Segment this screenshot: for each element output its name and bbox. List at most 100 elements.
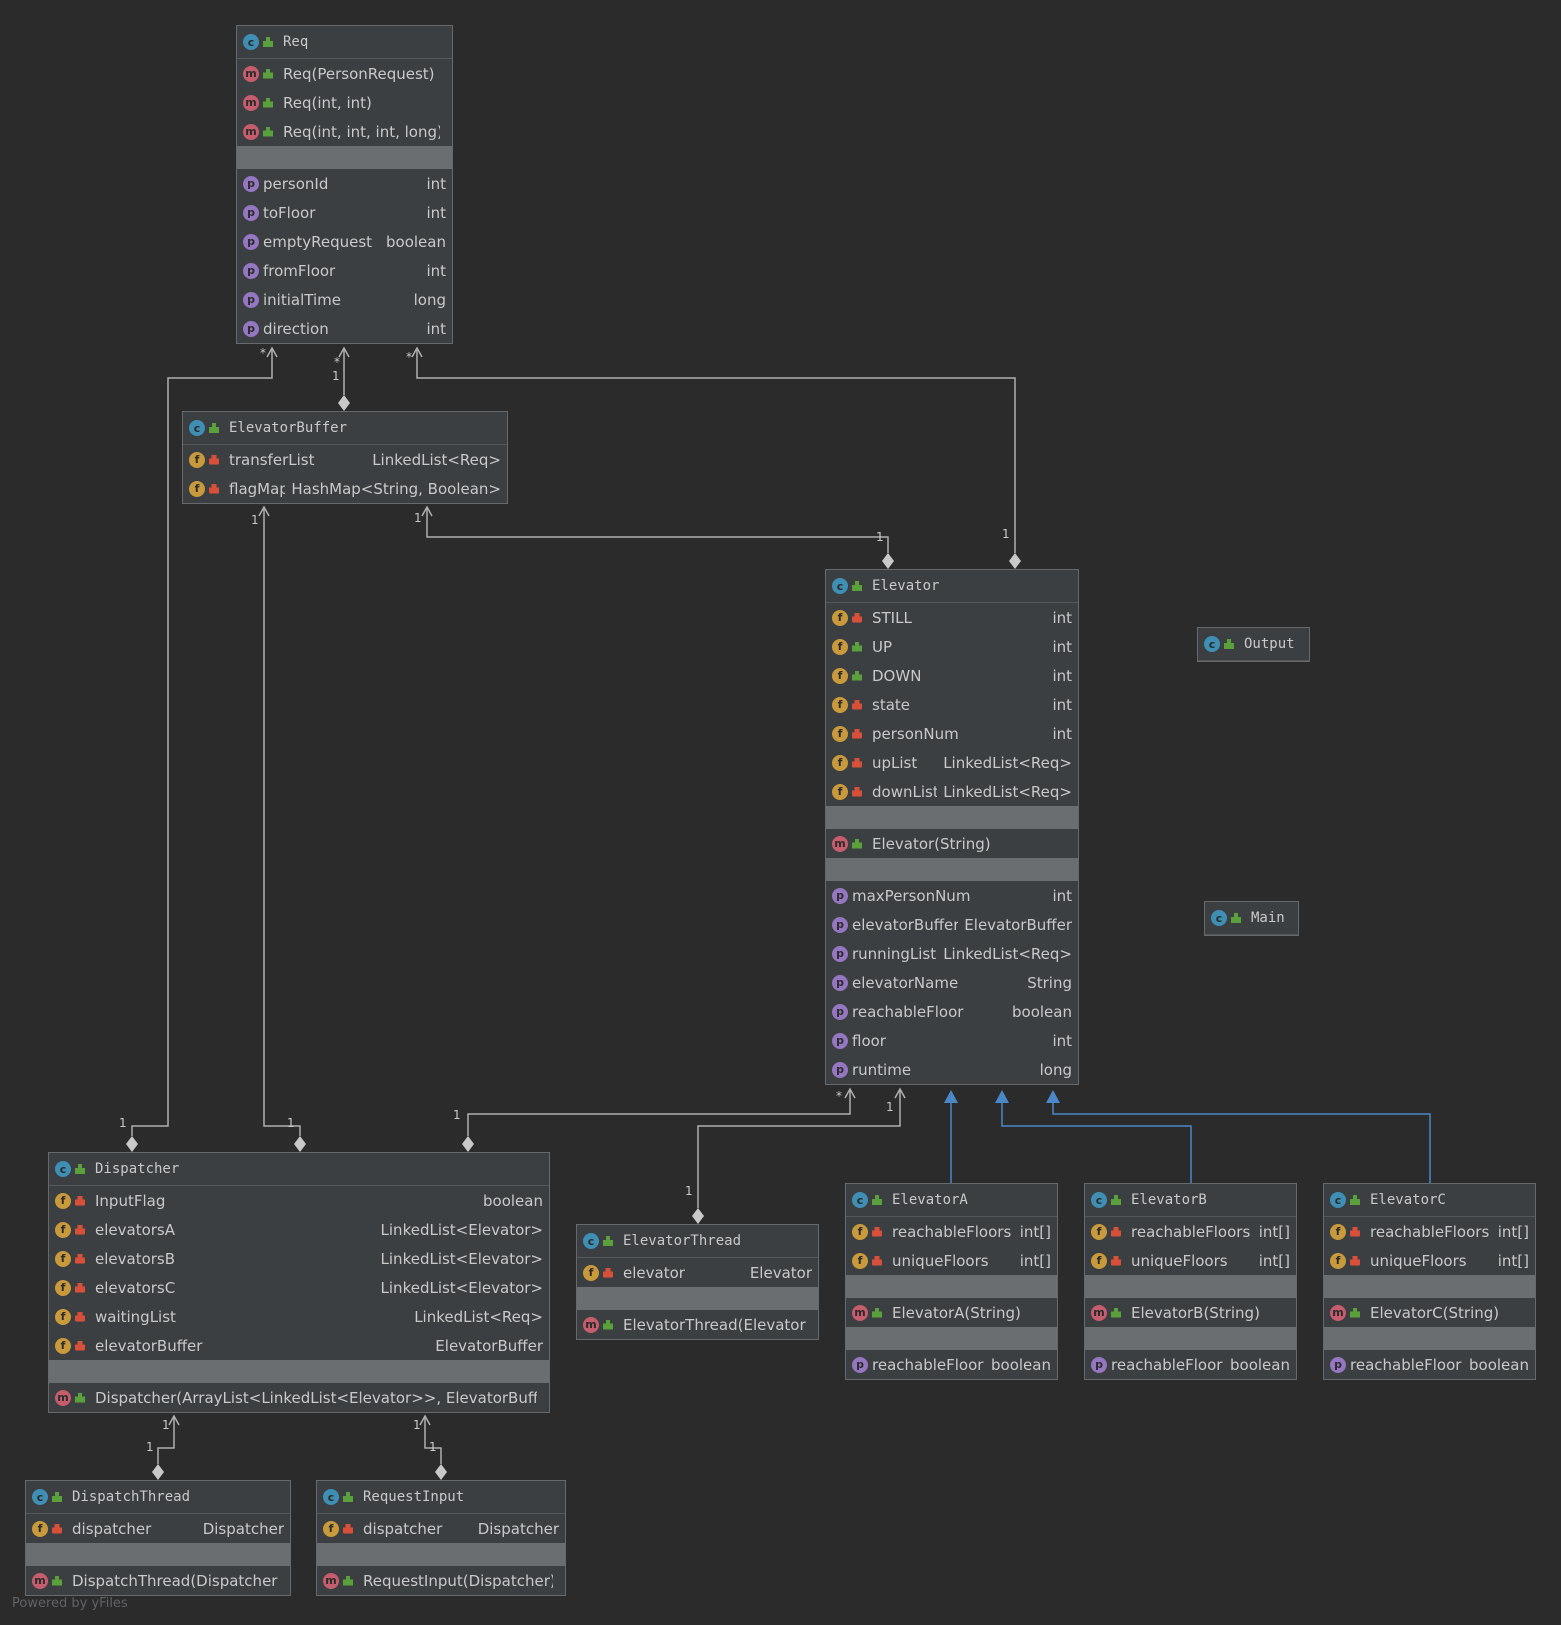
member-row[interactable]: m ElevatorC(String) (1324, 1298, 1535, 1327)
member-row[interactable]: f InputFlag boolean (49, 1186, 549, 1215)
class-elevator[interactable]: c Elevator f STILL int f UP int f DOWN int f state in… (825, 569, 1079, 1085)
public-icon (75, 1164, 85, 1174)
class-main[interactable]: c Main (1204, 901, 1299, 936)
member-row[interactable]: m RequestInput(Dispatcher) (317, 1566, 565, 1595)
member-row[interactable]: p direction int (237, 314, 452, 343)
member-row[interactable]: f UP int (826, 632, 1078, 661)
private-lock-icon (1111, 1256, 1121, 1266)
member-type: boolean (386, 232, 446, 251)
field-icon: f (832, 754, 848, 771)
member-row[interactable]: f elevator Elevator (577, 1258, 818, 1287)
member-row[interactable]: f upList LinkedList<Req> (826, 748, 1078, 777)
class-name: RequestInput (363, 1489, 465, 1505)
member-row[interactable]: m DispatchThread(Dispatcher) (26, 1566, 290, 1595)
member-row[interactable]: p elevatorBuffer ElevatorBuffer (826, 910, 1078, 939)
class-request-input[interactable]: c RequestInput f dispatcher Dispatcher m Reque… (316, 1480, 566, 1596)
member-row[interactable]: m Req(int, int, int, long) (237, 117, 452, 146)
member-row[interactable]: f dispatcher Dispatcher (26, 1514, 290, 1543)
member-type: boolean (1230, 1355, 1290, 1374)
class-output[interactable]: c Output (1197, 627, 1310, 662)
member-row[interactable]: p fromFloor int (237, 256, 452, 285)
member-row[interactable]: f personNum int (826, 719, 1078, 748)
member-row[interactable]: p floor int (826, 1026, 1078, 1055)
public-icon (872, 1307, 882, 1318)
public-icon (343, 1575, 353, 1586)
section-divider (826, 806, 1078, 829)
class-name: Req (283, 34, 309, 50)
member-name: toFloor (263, 203, 316, 222)
field-icon: f (583, 1264, 599, 1281)
public-icon (1231, 913, 1241, 923)
member-row[interactable]: f downList LinkedList<Req> (826, 777, 1078, 806)
class-elevator-b[interactable]: c ElevatorB f reachableFloors int[] f uniqueFl… (1084, 1183, 1297, 1380)
class-dispatch-thread[interactable]: c DispatchThread f dispatcher Dispatcher m Dis… (25, 1480, 291, 1596)
member-row[interactable]: f uniqueFloors int[] (1324, 1246, 1535, 1275)
member-type: HashMap<String, Boolean> (291, 479, 501, 498)
member-row[interactable]: p toFloor int (237, 198, 452, 227)
member-row[interactable]: m Req(PersonRequest) (237, 59, 452, 88)
class-req[interactable]: c Req m Req(PersonRequest) m Req(int, int) m Re… (236, 25, 453, 344)
member-row[interactable]: p elevatorName String (826, 968, 1078, 997)
member-row[interactable]: f reachableFloors int[] (1085, 1217, 1296, 1246)
inheritance-arrowhead (1046, 1090, 1060, 1103)
field-icon: f (323, 1520, 339, 1537)
member-name: runningList (852, 944, 937, 963)
multiplicity-label: 1 (876, 530, 884, 544)
private-lock-icon (209, 484, 219, 494)
member-row[interactable]: f elevatorsC LinkedList<Elevator> (49, 1273, 549, 1302)
class-name: Output (1244, 636, 1295, 652)
member-row[interactable]: m ElevatorB(String) (1085, 1298, 1296, 1327)
member-row[interactable]: p maxPersonNum int (826, 881, 1078, 910)
member-row[interactable]: p runningList LinkedList<Req> (826, 939, 1078, 968)
member-name: state (872, 695, 910, 714)
multiplicity-label: * (836, 1089, 842, 1103)
member-row[interactable]: f dispatcher Dispatcher (317, 1514, 565, 1543)
member-row[interactable]: m Req(int, int) (237, 88, 452, 117)
composition-diamond (435, 1464, 447, 1480)
section-divider (826, 858, 1078, 881)
member-row[interactable]: p initialTime long (237, 285, 452, 314)
member-name: dispatcher (72, 1519, 152, 1538)
member-row[interactable]: f reachableFloors int[] (1324, 1217, 1535, 1246)
member-row[interactable]: f transferList LinkedList<Req> (183, 445, 507, 474)
class-elevator-a[interactable]: c ElevatorA f reachableFloors int[] f uniqueFl… (845, 1183, 1058, 1380)
member-row[interactable]: f flagMap HashMap<String, Boolean> (183, 474, 507, 503)
uml-class-diagram: c Req m Req(PersonRequest) m Req(int, int) m Re… (0, 0, 1561, 1625)
member-type: int (1052, 1031, 1072, 1050)
member-row[interactable]: p reachableFloor boolean (1085, 1350, 1296, 1379)
class-dispatcher[interactable]: c Dispatcher f InputFlag boolean f elevatorsA L… (48, 1152, 550, 1413)
multiplicity-label: 1 (119, 1116, 127, 1130)
class-elevator-c[interactable]: c ElevatorC f reachableFloors int[] f uniqueFl… (1323, 1183, 1536, 1380)
member-row[interactable]: m Dispatcher(ArrayList<LinkedList<Elevato… (49, 1383, 549, 1412)
member-row[interactable]: p reachableFloor boolean (846, 1350, 1057, 1379)
class-name: Elevator (872, 578, 940, 594)
member-name: reachableFloor (1111, 1355, 1223, 1374)
member-name: emptyRequest (263, 232, 373, 251)
member-row[interactable]: f reachableFloors int[] (846, 1217, 1057, 1246)
member-row[interactable]: m Elevator(String) (826, 829, 1078, 858)
member-row[interactable]: p reachableFloor boolean (1324, 1350, 1535, 1379)
composition-diamond (692, 1208, 704, 1224)
member-row[interactable]: f elevatorsA LinkedList<Elevator> (49, 1215, 549, 1244)
member-row[interactable]: p runtime long (826, 1055, 1078, 1084)
member-row[interactable]: f DOWN int (826, 661, 1078, 690)
member-row[interactable]: f state int (826, 690, 1078, 719)
public-icon (209, 423, 219, 433)
member-row[interactable]: f uniqueFloors int[] (1085, 1246, 1296, 1275)
member-row[interactable]: f STILL int (826, 603, 1078, 632)
member-row[interactable]: p personId int (237, 169, 452, 198)
member-row[interactable]: f waitingList LinkedList<Req> (49, 1302, 549, 1331)
class-name: ElevatorC (1370, 1192, 1446, 1208)
member-name: direction (263, 319, 329, 338)
member-row[interactable]: m ElevatorThread(Elevator) (577, 1310, 818, 1339)
section-divider (1324, 1275, 1535, 1298)
member-row[interactable]: f elevatorBuffer ElevatorBuffer (49, 1331, 549, 1360)
member-row[interactable]: f elevatorsB LinkedList<Elevator> (49, 1244, 549, 1273)
member-row[interactable]: p reachableFloor boolean (826, 997, 1078, 1026)
class-elevator-thread[interactable]: c ElevatorThread f elevator Elevator m Elevato… (576, 1224, 819, 1340)
watermark: Powered by yFiles (12, 1596, 128, 1611)
member-row[interactable]: p emptyRequest boolean (237, 227, 452, 256)
class-elevator-buffer[interactable]: c ElevatorBuffer f transferList LinkedList<R… (182, 411, 508, 504)
member-row[interactable]: m ElevatorA(String) (846, 1298, 1057, 1327)
member-row[interactable]: f uniqueFloors int[] (846, 1246, 1057, 1275)
